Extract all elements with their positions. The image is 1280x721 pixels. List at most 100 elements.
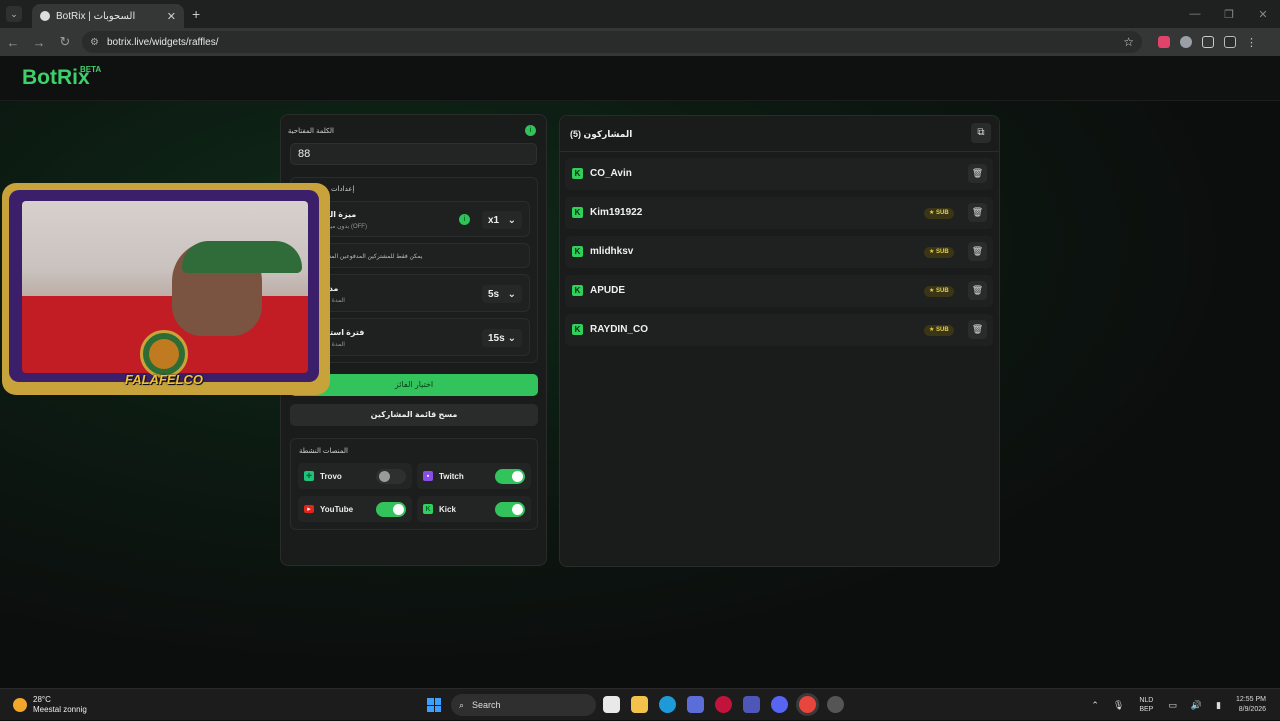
- edge-icon[interactable]: [659, 696, 676, 713]
- discord-icon[interactable]: [771, 696, 788, 713]
- weather-text: Meestal zonnig: [33, 705, 87, 714]
- window-controls: — ❐ ✕: [1178, 0, 1280, 28]
- temperature: 28°C: [33, 695, 51, 704]
- extensions-area: ⋮: [1158, 36, 1257, 49]
- app-header: BotRix BETA: [0, 56, 1280, 101]
- favicon-icon: [40, 11, 50, 21]
- youtube-icon: ▸: [304, 505, 314, 513]
- twitch-toggle[interactable]: [495, 468, 525, 484]
- keyword-label: الكلمة المفتاحية: [287, 128, 334, 135]
- trovo-icon: ✚: [304, 471, 314, 481]
- platform-trovo: ✚ Trovo: [298, 463, 412, 489]
- participants-panel: المشاركون (5) ⧉ K CO_Avin 🗑 K Kim191922 …: [559, 115, 1000, 567]
- sub-badge: ★ SUB: [924, 325, 954, 336]
- search-icon: ⌕: [459, 699, 465, 710]
- feature-info-icon[interactable]: i: [459, 214, 470, 225]
- browser-tabstrip: ⌄ BotRix | السحوبات ✕ + — ❐ ✕: [0, 0, 1280, 28]
- claim-row: فترة استلا المدة ال 15s ⌄: [298, 318, 530, 356]
- extension-icon[interactable]: [1158, 36, 1170, 48]
- system-tray: ⌃ 🎙 NLD BEP ▭ 🔊 ▮ 12:55 PM 8/9/2026: [1084, 689, 1280, 721]
- platform-kick: K Kick: [417, 496, 531, 522]
- delete-icon[interactable]: 🗑: [968, 281, 987, 300]
- participant-name: APUDE: [590, 285, 626, 296]
- browser-toolbar: ← → ↻ ⚙ botrix.live/widgets/raffles/ ☆ ⋮: [0, 28, 1280, 56]
- claim-select[interactable]: 15s ⌄: [482, 329, 522, 347]
- sub-badge: ★ SUB: [924, 208, 954, 219]
- pinned-apps: [603, 696, 844, 713]
- close-tab-icon[interactable]: ✕: [167, 10, 176, 23]
- delete-icon[interactable]: 🗑: [968, 203, 987, 222]
- chevron-down-icon: ⌄: [507, 288, 516, 300]
- new-tab-icon[interactable]: +: [192, 6, 200, 22]
- keyword-input[interactable]: 88: [290, 143, 537, 165]
- shield-extension-icon[interactable]: [1180, 36, 1192, 48]
- duration-row: مدة المدة ال 5s ⌄: [298, 274, 530, 312]
- youtube-toggle[interactable]: [376, 501, 406, 517]
- sub-badge: ★ SUB: [924, 286, 954, 297]
- delete-icon[interactable]: 🗑: [968, 164, 987, 183]
- close-window-icon[interactable]: ✕: [1246, 8, 1280, 21]
- windows-taskbar: 28°C Meestal zonnig ⌕ Search ⌃ 🎙 NLD BEP …: [0, 688, 1280, 720]
- bookmark-star-icon[interactable]: ☆: [1123, 35, 1134, 49]
- platform-twitch: ▪ Twitch: [417, 463, 531, 489]
- kick-toggle[interactable]: [495, 501, 525, 517]
- reload-icon[interactable]: ↻: [52, 34, 78, 50]
- webcam-overlay: FALAFELCO: [0, 180, 332, 412]
- delete-icon[interactable]: 🗑: [968, 242, 987, 261]
- language-indicator[interactable]: NLD BEP: [1139, 696, 1153, 714]
- address-bar[interactable]: ⚙ botrix.live/widgets/raffles/ ☆: [82, 31, 1142, 53]
- profile-icon[interactable]: [1224, 36, 1236, 48]
- falafelco-emblem: FALAFELCO: [120, 330, 208, 400]
- microphone-icon[interactable]: 🎙: [1113, 700, 1124, 711]
- weather-widget[interactable]: 28°C Meestal zonnig: [13, 695, 87, 715]
- maximize-icon[interactable]: ❐: [1212, 8, 1246, 21]
- multiplier-select[interactable]: x1 ⌄: [482, 211, 522, 229]
- task-view-icon[interactable]: [603, 696, 620, 713]
- taskbar-search[interactable]: ⌕ Search: [451, 694, 596, 716]
- kick-icon: K: [423, 504, 433, 514]
- kick-icon: K: [572, 285, 583, 296]
- windows-start-icon[interactable]: [427, 698, 441, 712]
- participant-name: mlidhksv: [590, 246, 634, 257]
- chrome-icon[interactable]: [799, 696, 816, 713]
- file-explorer-icon[interactable]: [631, 696, 648, 713]
- forward-icon[interactable]: →: [26, 35, 52, 50]
- duration-select[interactable]: 5s ⌄: [482, 285, 522, 303]
- volume-icon[interactable]: 🔊: [1191, 700, 1202, 711]
- menu-kebab-icon[interactable]: ⋮: [1246, 36, 1257, 49]
- platforms-label: المنصات النشطة: [299, 448, 348, 455]
- settings-label: إعدادات: [331, 186, 355, 193]
- chevron-down-icon: ⌄: [507, 214, 516, 226]
- sun-icon: [13, 698, 27, 712]
- participant-row: K mlidhksv ★ SUB 🗑: [565, 236, 993, 268]
- copy-icon[interactable]: ⧉: [971, 123, 991, 143]
- participant-row: K Kim191922 ★ SUB 🗑: [565, 197, 993, 229]
- back-icon[interactable]: ←: [0, 35, 26, 50]
- participant-name: Kim191922: [590, 207, 643, 218]
- paid-note: يمكن فقط للمشتركين المدفوعين المشا: [324, 254, 423, 260]
- network-icon[interactable]: ▭: [1168, 700, 1177, 711]
- kick-icon: K: [572, 168, 583, 179]
- obs-icon[interactable]: [827, 696, 844, 713]
- participants-header: المشاركون (5) ⧉: [560, 116, 999, 152]
- browser-tab[interactable]: BotRix | السحوبات ✕: [32, 4, 184, 28]
- beta-badge: BETA: [80, 65, 102, 74]
- page-content: BotRix BETA الكلمة المفتاحية i 88 إعدادات…: [0, 56, 1280, 688]
- tab-search-icon[interactable]: ⌄: [6, 6, 22, 22]
- chevron-up-icon[interactable]: ⌃: [1091, 700, 1099, 711]
- app-icon[interactable]: [743, 696, 760, 713]
- info-icon[interactable]: i: [525, 125, 536, 136]
- battery-icon[interactable]: ▮: [1216, 700, 1221, 711]
- participant-row: K CO_Avin 🗑: [565, 158, 993, 190]
- minimize-icon[interactable]: —: [1178, 8, 1212, 20]
- site-info-icon[interactable]: ⚙: [90, 37, 99, 48]
- botrix-logo[interactable]: BotRix BETA: [22, 65, 101, 90]
- store-icon[interactable]: [687, 696, 704, 713]
- chevron-down-icon: ⌄: [507, 332, 516, 344]
- puzzle-extensions-icon[interactable]: [1202, 36, 1214, 48]
- delete-icon[interactable]: 🗑: [968, 320, 987, 339]
- trovo-toggle[interactable]: [376, 468, 406, 484]
- opera-icon[interactable]: [715, 696, 732, 713]
- participant-row: K RAYDIN_CO ★ SUB 🗑: [565, 314, 993, 346]
- clock[interactable]: 12:55 PM 8/9/2026: [1236, 695, 1266, 715]
